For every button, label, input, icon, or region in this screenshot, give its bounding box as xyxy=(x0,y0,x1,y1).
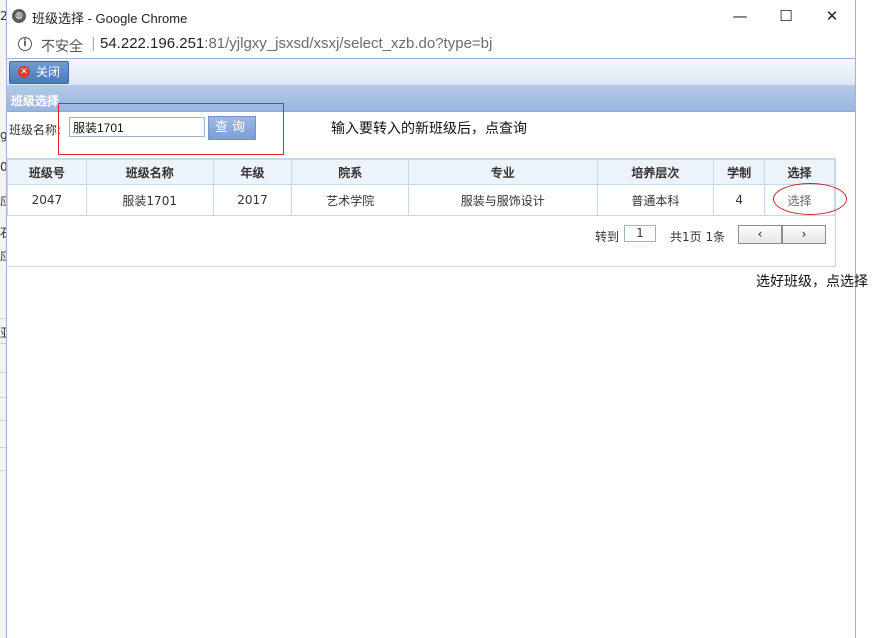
pager-next-button[interactable]: › xyxy=(782,225,826,244)
info-icon[interactable]: i xyxy=(18,37,32,51)
level-cell: 普通本科 xyxy=(596,184,715,216)
pager-prev-button[interactable]: ‹ xyxy=(738,225,782,244)
security-label[interactable]: 不安全 xyxy=(41,36,83,56)
close-button[interactable]: ✕ 关闭 xyxy=(9,61,69,84)
column-header[interactable]: 专业 xyxy=(408,159,598,185)
title-bar: ◍ 班级选择 - Google Chrome — ☐ ✕ xyxy=(7,0,855,32)
annotation-select-hint: 选好班级，点选择 xyxy=(756,274,868,290)
url-host: 54.222.196.251 xyxy=(100,35,205,52)
column-header[interactable]: 班级号 xyxy=(7,159,87,185)
close-window-button[interactable]: ✕ xyxy=(809,0,855,32)
minimize-button[interactable]: — xyxy=(717,0,763,32)
annotation-search-hint: 输入要转入的新班级后，点查询 xyxy=(331,121,527,137)
grade-cell: 2017 xyxy=(212,184,293,216)
close-icon: ✕ xyxy=(18,66,30,78)
column-header[interactable]: 年级 xyxy=(212,159,293,185)
department-cell: 艺术学院 xyxy=(291,184,410,216)
pager-goto-label: 转到 xyxy=(595,230,620,244)
pager-page-input[interactable]: 1 xyxy=(624,225,656,242)
column-header[interactable]: 院系 xyxy=(291,159,410,185)
annotation-rectangle xyxy=(58,103,284,155)
table-row[interactable]: 2047 服装1701 2017 艺术学院 服装与服饰设计 普通本科 4 选择 xyxy=(7,184,835,216)
address-bar[interactable]: i 不安全 | 54.222.196.251:81/yjlgxy_jsxsd/x… xyxy=(7,32,855,58)
popup-window: ◍ 班级选择 - Google Chrome — ☐ ✕ i 不安全 | 54.… xyxy=(6,0,868,638)
class-grid: 班级号 班级名称 年级 院系 专业 培养层次 学制 选择 2047 服装1701… xyxy=(7,158,836,267)
chrome-globe-icon: ◍ xyxy=(12,9,26,23)
window-title: 班级选择 - Google Chrome xyxy=(32,11,188,26)
duration-cell: 4 xyxy=(713,184,766,216)
column-header[interactable]: 班级名称 xyxy=(85,159,214,185)
close-button-label: 关闭 xyxy=(36,65,61,79)
panel-title: 班级选择 xyxy=(11,94,60,108)
class-name-cell: 服装1701 xyxy=(85,184,214,216)
class-id-cell: 2047 xyxy=(7,184,87,216)
url-text[interactable]: 54.222.196.251:81/yjlgxy_jsxsd/xsxj/sele… xyxy=(100,35,492,52)
toolbar: ✕ 关闭 xyxy=(7,58,855,86)
pager-info: 共1页 1条 xyxy=(670,230,726,244)
url-path: :81/yjlgxy_jsxsd/xsxj/select_xzb.do?type… xyxy=(204,35,493,52)
column-header[interactable]: 培养层次 xyxy=(596,159,715,185)
annotation-ellipse xyxy=(773,183,847,215)
column-header[interactable]: 学制 xyxy=(713,159,766,185)
table-header-row: 班级号 班级名称 年级 院系 专业 培养层次 学制 选择 xyxy=(7,159,835,185)
major-cell: 服装与服饰设计 xyxy=(408,184,598,216)
address-separator: | xyxy=(91,36,96,52)
class-table: 班级号 班级名称 年级 院系 专业 培养层次 学制 选择 2047 服装1701… xyxy=(7,159,835,216)
column-header[interactable]: 选择 xyxy=(764,159,835,185)
maximize-button[interactable]: ☐ xyxy=(763,0,809,32)
class-name-label: 班级名称: xyxy=(9,123,62,137)
